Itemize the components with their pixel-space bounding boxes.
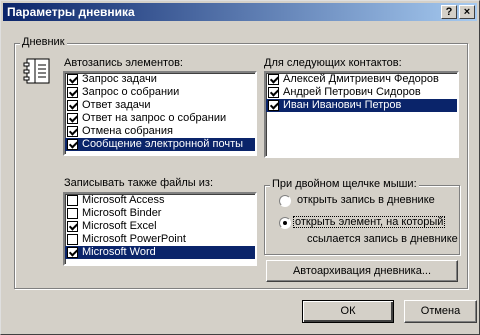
radio-open-referenced-item-label-line1[interactable]: открыть элемент, на который: [293, 216, 446, 228]
files-label: Записывать также файлы из:: [64, 177, 214, 189]
contacts-label: Для следующих контактов:: [264, 57, 402, 69]
auto-record-list[interactable]: Запрос задачи Запрос о собрании Ответ зада…: [63, 71, 257, 156]
list-item[interactable]: Microsoft Binder: [65, 207, 255, 220]
list-item[interactable]: Запрос задачи: [65, 73, 255, 86]
help-button[interactable]: ?: [441, 5, 457, 19]
list-item[interactable]: Запрос о собрании: [65, 86, 255, 99]
radio-open-journal-entry-label[interactable]: открыть запись в дневнике: [297, 194, 435, 206]
list-item-label: Microsoft Excel: [82, 220, 157, 232]
list-item-label: Microsoft Access: [82, 194, 165, 206]
auto-record-label: Автозапись элементов:: [64, 57, 183, 69]
list-item-label: Запрос задачи: [82, 73, 157, 85]
checkbox-checked[interactable]: [67, 126, 78, 137]
checkbox-checked[interactable]: [268, 74, 279, 85]
list-item[interactable]: Ответ на запрос о собрании: [65, 112, 255, 125]
list-item-label: Запрос о собрании: [82, 86, 180, 98]
cancel-button[interactable]: Отмена: [404, 300, 477, 323]
radio-open-referenced-item[interactable]: [279, 217, 291, 229]
list-item[interactable]: Microsoft PowerPoint: [65, 233, 255, 246]
list-item-label: Ответ на запрос о собрании: [82, 112, 227, 124]
checkbox-checked[interactable]: [268, 100, 279, 111]
checkbox-checked[interactable]: [67, 221, 78, 232]
checkbox-unchecked[interactable]: [67, 208, 78, 219]
list-item[interactable]: Алексей Дмитриевич Федоров: [266, 73, 457, 86]
radio-open-journal-entry[interactable]: [279, 195, 291, 207]
list-item-label: Microsoft PowerPoint: [82, 233, 186, 245]
journal-options-dialog: Параметры дневника ? × Дневник Автозапис…: [0, 0, 480, 335]
window-title: Параметры дневника: [7, 5, 135, 19]
checkbox-unchecked[interactable]: [67, 234, 78, 245]
list-item[interactable]: Microsoft Word: [65, 246, 255, 259]
files-list[interactable]: Microsoft Access Microsoft Binder Microsof…: [63, 192, 257, 266]
list-item-label: Иван Иванович Петров: [283, 99, 402, 111]
list-item-label: Отмена собрания: [82, 125, 173, 137]
checkbox-checked[interactable]: [67, 247, 78, 258]
journal-group-label: Дневник: [20, 36, 67, 48]
list-item-label: Microsoft Word: [82, 246, 156, 258]
list-item-label: Microsoft Binder: [82, 207, 162, 219]
checkbox-checked[interactable]: [67, 100, 78, 111]
contacts-list[interactable]: Алексей Дмитриевич Федоров Андрей Петрови…: [264, 71, 459, 158]
radio-open-referenced-item-label-line2[interactable]: ссылается запись в дневнике: [307, 233, 458, 245]
checkbox-unchecked[interactable]: [67, 195, 78, 206]
journal-book-icon: [23, 58, 50, 84]
checkbox-checked[interactable]: [67, 87, 78, 98]
list-item[interactable]: Microsoft Excel: [65, 220, 255, 233]
checkbox-checked[interactable]: [67, 139, 78, 150]
ok-button[interactable]: ОК: [302, 300, 394, 323]
list-item-label: Алексей Дмитриевич Федоров: [283, 73, 439, 85]
title-bar[interactable]: Параметры дневника ? ×: [3, 3, 477, 21]
list-item[interactable]: Отмена собрания: [65, 125, 255, 138]
list-item[interactable]: Сообщение электронной почты: [65, 138, 255, 151]
list-item-label: Ответ задачи: [82, 99, 151, 111]
list-item[interactable]: Microsoft Access: [65, 194, 255, 207]
list-item[interactable]: Иван Иванович Петров: [266, 99, 457, 112]
autoarchive-button[interactable]: Автоархивация дневника...: [266, 260, 458, 282]
dblclick-label: При двойном щелчке мыши:: [270, 178, 419, 190]
list-item[interactable]: Ответ задачи: [65, 99, 255, 112]
list-item[interactable]: Андрей Петрович Сидоров: [266, 86, 457, 99]
checkbox-checked[interactable]: [67, 74, 78, 85]
list-item-label: Сообщение электронной почты: [82, 138, 244, 150]
checkbox-checked[interactable]: [268, 87, 279, 98]
list-item-label: Андрей Петрович Сидоров: [283, 86, 421, 98]
checkbox-checked[interactable]: [67, 113, 78, 124]
close-button[interactable]: ×: [459, 5, 475, 19]
